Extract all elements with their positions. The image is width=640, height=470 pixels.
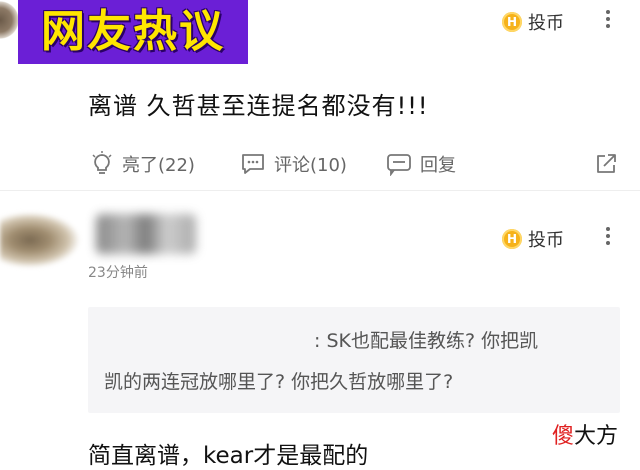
more-icon[interactable] [606,10,610,28]
reply-label: 回复 [420,155,456,176]
lightbulb-icon [92,151,112,174]
coin-icon: H [502,229,522,249]
comment-button[interactable]: 评论(10) [240,151,347,177]
avatar[interactable] [0,0,18,46]
quote-line: : SK也配最佳教练? 你把凯 [314,330,539,352]
watermark-accent: 傻 [552,424,575,449]
more-icon[interactable] [606,227,610,245]
watermark: 傻大方 [552,418,618,450]
coin-button[interactable]: H 投币 [502,226,564,252]
avatar[interactable] [0,210,84,270]
divider [0,190,640,191]
coin-label: 投币 [528,230,564,251]
quoted-comment[interactable]: : SK也配最佳教练? 你把凯 凯的两连冠放哪里了? 你把久哲放哪里了? [88,307,620,413]
share-icon [597,154,616,173]
banner-title-text: 网友热议 [41,6,225,57]
comment-icon [242,154,264,174]
username-blurred [96,214,196,254]
coin-button[interactable]: H 投币 [502,9,564,35]
comment-count: 评论(10) [274,155,347,176]
coin-label: 投币 [528,13,564,34]
comment-text: 离谱 久哲甚至连提名都没有!!! [88,92,429,120]
banner-title: 网友热议 [18,0,248,64]
comment-time: 23分钟前 [88,265,148,281]
comment-text: 简直离谱，kear才是最配的 [88,443,369,469]
share-button[interactable] [594,152,618,180]
watermark-text: 大方 [574,424,619,449]
coin-icon: H [502,12,522,32]
like-button[interactable]: 亮了(22) [90,151,195,177]
reply-icon [387,154,411,176]
reply-button[interactable]: 回复 [386,151,456,177]
quote-line: 凯的两连冠放哪里了? 你把久哲放哪里了? [104,371,454,393]
like-count: 亮了(22) [122,155,195,176]
